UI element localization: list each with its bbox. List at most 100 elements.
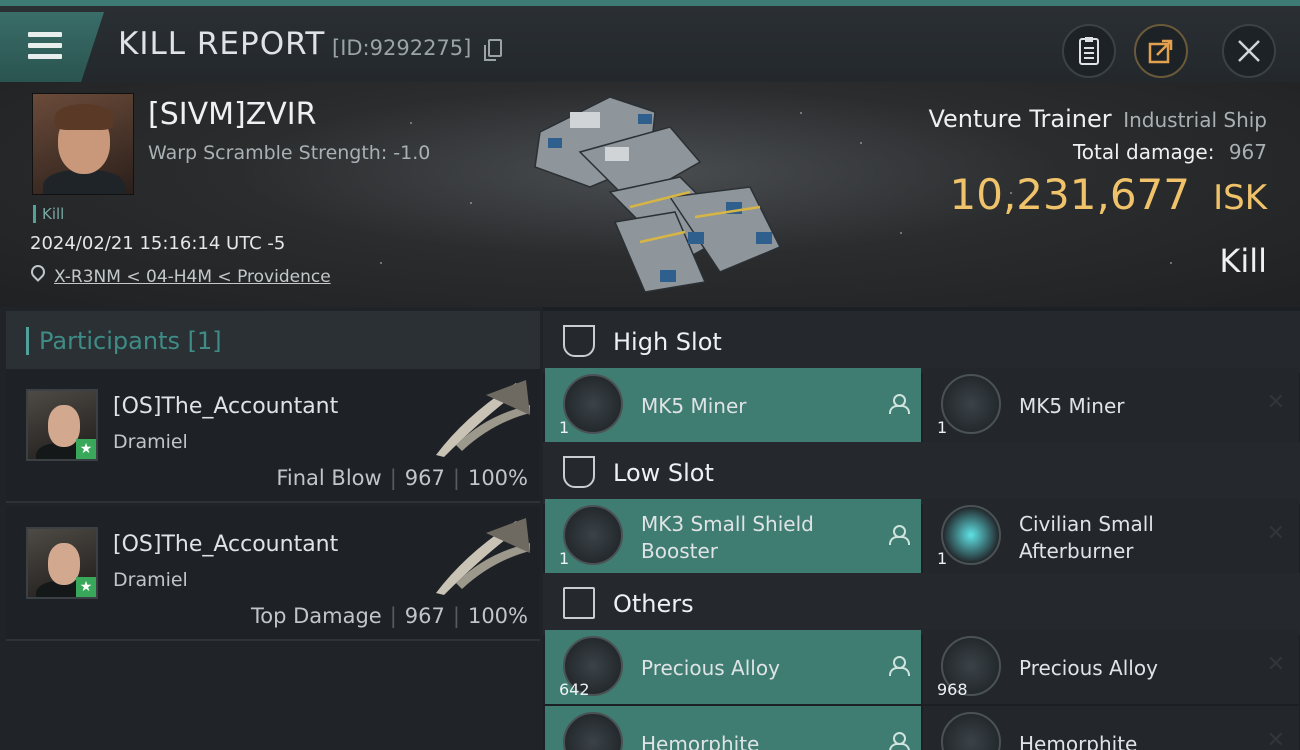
item-name-line2: Afterburner — [1019, 539, 1134, 563]
item-destroyed[interactable]: Hemorphite — [545, 706, 921, 750]
victim-banner: [SIVM]ZVIR Warp Scramble Strength: -1.0 … — [0, 82, 1300, 307]
low-slot-label: Low Slot — [613, 459, 714, 487]
menu-button[interactable] — [0, 12, 104, 82]
clipboard-icon — [1079, 37, 1099, 65]
others-label: Others — [613, 590, 694, 618]
kill-datetime: 2024/02/21 15:16:14 UTC -5 — [30, 233, 286, 254]
star-badge-icon: ★ — [76, 439, 96, 459]
total-damage: Total damage: 967 — [1073, 140, 1267, 164]
kill-tag: Kill — [33, 205, 64, 223]
close-mark-icon: ✕ — [1266, 390, 1285, 415]
item-name: Civilian Small Afterburner — [1019, 511, 1154, 565]
item-name: Hemorphite — [641, 732, 760, 750]
share-icon — [1148, 39, 1173, 64]
high-slot-icon — [563, 325, 595, 357]
participant-name[interactable]: [OS]The_Accountant — [113, 394, 338, 419]
ship-class: Industrial Ship — [1123, 108, 1267, 132]
report-id: [ID:9292275] — [332, 36, 472, 60]
close-button[interactable] — [1222, 24, 1276, 78]
close-mark-icon: ✕ — [1266, 521, 1285, 546]
miner-module-icon — [563, 374, 623, 434]
participant-row[interactable]: ★ [OS]The_Accountant Dramiel Top Damage |… — [6, 507, 540, 641]
person-icon — [889, 656, 910, 676]
close-mark-icon: ✕ — [1266, 652, 1285, 677]
item-quantity: 1 — [559, 549, 570, 568]
item-name: Precious Alloy — [641, 656, 780, 680]
person-icon — [889, 732, 910, 750]
isk-unit: ISK — [1213, 178, 1267, 218]
close-mark-icon: ✕ — [1266, 728, 1285, 750]
dramiel-ship-icon — [436, 518, 530, 595]
high-slot-header: High Slot — [543, 311, 1300, 373]
dramiel-ship-icon — [436, 380, 530, 457]
item-dropped[interactable]: Hemorphite ✕ — [923, 706, 1299, 750]
item-quantity: 642 — [559, 680, 590, 699]
victim-portrait[interactable] — [32, 93, 134, 195]
star-badge-icon: ★ — [76, 577, 96, 597]
participant-percent: 100% — [467, 466, 528, 490]
item-name-line1: MK3 Small Shield — [641, 512, 814, 536]
item-destroyed[interactable]: 642 Precious Alloy — [545, 630, 921, 704]
participant-damage: 967 — [404, 604, 445, 628]
item-dropped[interactable]: 1 Civilian Small Afterburner ✕ — [923, 499, 1299, 573]
item-name-line1: Civilian Small — [1019, 512, 1154, 536]
participant-stats: Top Damage | 967 | 100% — [250, 604, 528, 628]
participant-ship: Dramiel — [113, 431, 188, 453]
item-name: MK5 Miner — [641, 394, 747, 418]
ship-name[interactable]: Venture Trainer Industrial Ship — [928, 105, 1267, 133]
participants-header: Participants [1] — [6, 311, 540, 369]
item-quantity: 1 — [937, 549, 948, 568]
participant-ship: Dramiel — [113, 569, 188, 591]
clipboard-button[interactable] — [1062, 24, 1116, 78]
item-name: MK3 Small Shield Booster — [641, 511, 814, 565]
low-slot-header: Low Slot — [543, 442, 1300, 504]
isk-value: 10,231,677 ISK — [950, 170, 1267, 219]
location-pin-icon — [28, 262, 48, 282]
item-quantity: 1 — [937, 418, 948, 437]
hamburger-icon — [28, 32, 62, 60]
copy-icon[interactable] — [484, 39, 502, 61]
participant-row[interactable]: ★ [OS]The_Accountant Dramiel Final Blow |… — [6, 369, 540, 503]
item-destroyed[interactable]: 1 MK3 Small Shield Booster — [545, 499, 921, 573]
others-header: Others — [543, 573, 1300, 635]
top-bar: KILL REPORT [ID:9292275] — [0, 0, 1300, 82]
participant-avatar[interactable]: ★ — [26, 389, 98, 461]
warp-scramble-strength: Warp Scramble Strength: -1.0 — [148, 142, 431, 164]
participant-percent: 100% — [467, 604, 528, 628]
page-title: KILL REPORT — [118, 26, 326, 62]
item-destroyed[interactable]: 1 MK5 Miner — [545, 368, 921, 442]
participants-title: Participants [1] — [26, 327, 222, 355]
cargo-box-icon — [563, 587, 595, 619]
item-quantity: 1 — [559, 418, 570, 437]
person-icon — [889, 525, 910, 545]
items-panel: High Slot 1 MK5 Miner 1 MK5 Miner ✕ Low … — [543, 307, 1300, 750]
afterburner-icon — [941, 505, 1001, 565]
participant-role: Final Blow — [276, 466, 382, 490]
item-dropped[interactable]: 968 Precious Alloy ✕ — [923, 630, 1299, 704]
hemorphite-icon — [941, 712, 1001, 750]
participant-damage: 967 — [404, 466, 445, 490]
participant-name[interactable]: [OS]The_Accountant — [113, 532, 338, 557]
participant-role: Top Damage — [250, 604, 382, 628]
hemorphite-icon — [563, 712, 623, 750]
item-name: MK5 Miner — [1019, 394, 1125, 418]
participant-avatar[interactable]: ★ — [26, 527, 98, 599]
participant-stats: Final Blow | 967 | 100% — [276, 466, 528, 490]
item-name: Hemorphite — [1019, 732, 1138, 750]
isk-amount: 10,231,677 — [949, 170, 1190, 219]
share-button[interactable] — [1134, 24, 1188, 78]
participants-panel: Participants [1] ★ [OS]The_Accountant Dr… — [0, 307, 543, 750]
total-damage-value: 967 — [1228, 140, 1267, 164]
miner-module-icon — [941, 374, 1001, 434]
victim-name[interactable]: [SIVM]ZVIR — [148, 97, 316, 132]
item-dropped[interactable]: 1 MK5 Miner ✕ — [923, 368, 1299, 442]
location-link[interactable]: X-R3NM < 04-H4M < Providence — [54, 267, 331, 287]
result-label: Kill — [1219, 242, 1267, 280]
shield-booster-icon — [563, 505, 623, 565]
item-name-line2: Booster — [641, 539, 718, 563]
high-slot-label: High Slot — [613, 328, 722, 356]
total-damage-label: Total damage: — [1072, 140, 1215, 164]
ship-type: Venture Trainer — [928, 105, 1112, 133]
ship-render[interactable] — [520, 92, 790, 297]
item-quantity: 968 — [937, 680, 968, 699]
